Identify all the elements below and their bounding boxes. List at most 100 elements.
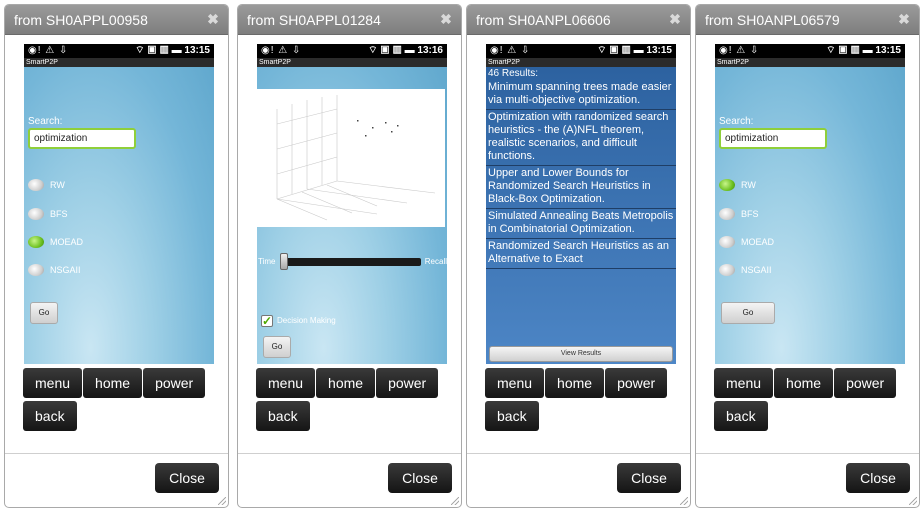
menu-button[interactable]: menu — [485, 368, 545, 398]
radio-button-icon[interactable] — [719, 264, 735, 276]
results-list[interactable]: 46 Results: Minimum spanning trees made … — [486, 67, 676, 346]
radio-label: BFS — [741, 209, 759, 219]
resize-grip-icon[interactable] — [218, 497, 226, 505]
radio-label: MOEAD — [50, 237, 84, 247]
radio-label: NSGAII — [50, 265, 81, 275]
go-button[interactable]: Go — [721, 302, 775, 324]
results-count: 46 Results: — [488, 68, 539, 79]
recall-label: Recall — [424, 257, 447, 266]
close-icon[interactable]: ✖ — [438, 11, 454, 27]
home-button[interactable]: home — [83, 368, 143, 398]
radio-button-icon[interactable] — [28, 179, 44, 191]
resize-grip-icon[interactable] — [909, 497, 917, 505]
menu-button[interactable]: menu — [714, 368, 774, 398]
search-input[interactable]: optimization — [719, 128, 827, 149]
radio-button-icon[interactable] — [28, 208, 44, 220]
app-title: SmartP2P — [715, 58, 905, 67]
search-label: Search: — [28, 116, 63, 127]
back-button[interactable]: back — [256, 401, 310, 431]
go-button[interactable]: Go — [30, 302, 58, 324]
app-title: SmartP2P — [24, 58, 214, 67]
back-button[interactable]: back — [485, 401, 539, 431]
app-title: SmartP2P — [486, 58, 676, 67]
close-button[interactable]: Close — [155, 463, 219, 493]
dialog-footer: Close — [696, 453, 919, 507]
search-label: Search: — [719, 116, 754, 127]
go-button[interactable]: Go — [263, 336, 291, 358]
dialog-sh0appl00958: from SH0APPL00958 ✖ ◉! ⚠ ⇩ ⌔ ▣ ▥ ▬ 13:15… — [4, 4, 229, 508]
resize-grip-icon[interactable] — [680, 497, 688, 505]
phone-screen[interactable]: ◉! ⚠ ⇩ ⌔ ▣ ▥ ▬ 13:15 SmartP2P Search: op… — [24, 44, 214, 364]
result-item[interactable]: Minimum spanning trees made easier via m… — [486, 80, 676, 110]
plot-3d-icon — [276, 95, 436, 221]
view-results-button[interactable]: View Results — [489, 346, 673, 362]
dialog-title: from SH0APPL00958 — [14, 12, 148, 28]
status-icons-left: ◉! ⚠ ⇩ — [719, 45, 760, 56]
dialog-sh0appl01284: from SH0APPL01284 ✖ ◉! ⚠ ⇩ ⌔ ▣ ▥ ▬ 13:16… — [237, 4, 462, 508]
dialog-content: ◉! ⚠ ⇩ ⌔ ▣ ▥ ▬ 13:15 SmartP2P Search: op… — [696, 36, 919, 442]
status-icons-right: ⌔ ▣ ▥ ▬ 13:16 — [368, 45, 443, 56]
search-input[interactable]: optimization — [28, 128, 136, 149]
dialog-titlebar[interactable]: from SH0ANPL06606 ✖ — [467, 5, 690, 35]
status-icons-right: ⌔ ▣ ▥ ▬ 13:15 — [597, 45, 672, 56]
result-item[interactable]: Optimization with randomized search heur… — [486, 110, 676, 166]
dialog-titlebar[interactable]: from SH0ANPL06579 ✖ — [696, 5, 919, 35]
result-item[interactable]: Upper and Lower Bounds for Randomized Se… — [486, 166, 676, 209]
phone-screen[interactable]: ◉! ⚠ ⇩ ⌔ ▣ ▥ ▬ 13:15 SmartP2P 46 Results… — [486, 44, 676, 364]
menu-button[interactable]: menu — [256, 368, 316, 398]
dialog-title: from SH0APPL01284 — [247, 12, 381, 28]
close-button[interactable]: Close — [846, 463, 910, 493]
radio-button-icon[interactable] — [719, 236, 735, 248]
status-bar: ◉! ⚠ ⇩ ⌔ ▣ ▥ ▬ 13:15 — [715, 44, 905, 58]
close-icon[interactable]: ✖ — [205, 11, 221, 27]
decision-label: Decision Making — [277, 316, 336, 325]
phone-screen[interactable]: ◉! ⚠ ⇩ ⌔ ▣ ▥ ▬ 13:15 SmartP2P Search: op… — [715, 44, 905, 364]
resize-grip-icon[interactable] — [451, 497, 459, 505]
home-button[interactable]: home — [545, 368, 605, 398]
device-nav: menu home power — [714, 368, 897, 398]
radio-button-icon[interactable] — [719, 179, 735, 191]
app-title: SmartP2P — [257, 58, 447, 67]
dialog-content: ◉! ⚠ ⇩ ⌔ ▣ ▥ ▬ 13:15 SmartP2P Search: op… — [5, 36, 228, 442]
back-button[interactable]: back — [714, 401, 768, 431]
close-icon[interactable]: ✖ — [896, 11, 912, 27]
dialog-titlebar[interactable]: from SH0APPL00958 ✖ — [5, 5, 228, 35]
radio-label: MOEAD — [741, 237, 775, 247]
dialog-titlebar[interactable]: from SH0APPL01284 ✖ — [238, 5, 461, 35]
dialog-sh0anpl06606: from SH0ANPL06606 ✖ ◉! ⚠ ⇩ ⌔ ▣ ▥ ▬ 13:15… — [466, 4, 691, 508]
pareto-front-plot — [257, 89, 445, 227]
back-button[interactable]: back — [23, 401, 77, 431]
home-button[interactable]: home — [774, 368, 834, 398]
radio-button-icon[interactable] — [28, 236, 44, 248]
dialog-content: ◉! ⚠ ⇩ ⌔ ▣ ▥ ▬ 13:15 SmartP2P 46 Results… — [467, 36, 690, 442]
power-button[interactable]: power — [143, 368, 206, 398]
close-icon[interactable]: ✖ — [667, 11, 683, 27]
radio-label: BFS — [50, 209, 68, 219]
device-nav: menu home power — [23, 368, 206, 398]
menu-button[interactable]: menu — [23, 368, 83, 398]
power-button[interactable]: power — [834, 368, 897, 398]
close-button[interactable]: Close — [388, 463, 452, 493]
dialog-title: from SH0ANPL06579 — [705, 12, 840, 28]
power-button[interactable]: power — [376, 368, 439, 398]
radio-label: RW — [741, 180, 756, 190]
device-nav: menu home power — [256, 368, 439, 398]
radio-button-icon[interactable] — [28, 264, 44, 276]
status-bar: ◉! ⚠ ⇩ ⌔ ▣ ▥ ▬ 13:15 — [24, 44, 214, 58]
status-bar: ◉! ⚠ ⇩ ⌔ ▣ ▥ ▬ 13:15 — [486, 44, 676, 58]
dialog-footer: Close — [238, 453, 461, 507]
phone-screen[interactable]: ◉! ⚠ ⇩ ⌔ ▣ ▥ ▬ 13:16 SmartP2P Time Recal… — [257, 44, 447, 364]
time-recall-slider[interactable] — [283, 258, 421, 266]
status-icons-left: ◉! ⚠ ⇩ — [261, 45, 302, 56]
slider-thumb[interactable] — [280, 253, 288, 270]
result-item[interactable]: Simulated Annealing Beats Metropolis in … — [486, 209, 676, 239]
home-button[interactable]: home — [316, 368, 376, 398]
result-item[interactable]: Randomized Search Heuristics as an Alter… — [486, 239, 676, 269]
decision-checkbox[interactable]: ✓ — [261, 315, 273, 327]
radio-label: NSGAII — [741, 265, 772, 275]
radio-button-icon[interactable] — [719, 208, 735, 220]
device-nav: menu home power — [485, 368, 668, 398]
close-button[interactable]: Close — [617, 463, 681, 493]
dialog-sh0anpl06579: from SH0ANPL06579 ✖ ◉! ⚠ ⇩ ⌔ ▣ ▥ ▬ 13:15… — [695, 4, 920, 508]
power-button[interactable]: power — [605, 368, 668, 398]
